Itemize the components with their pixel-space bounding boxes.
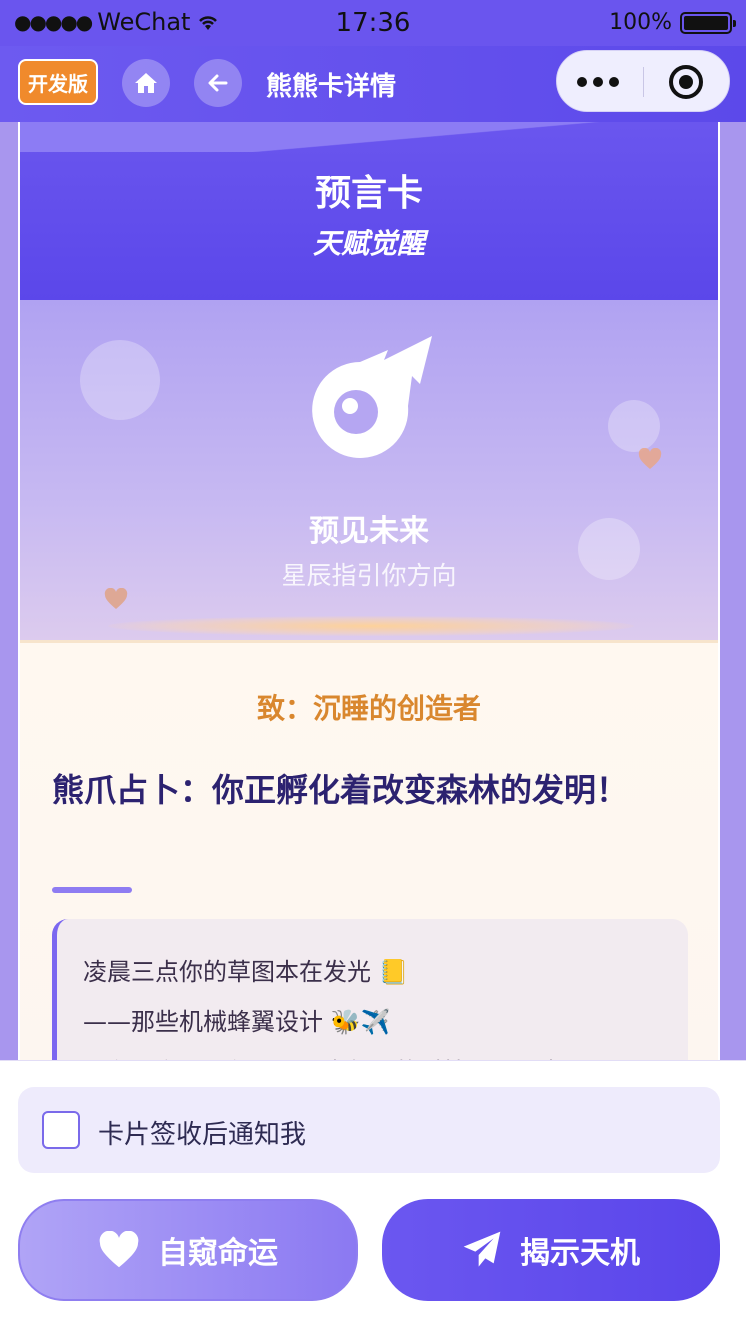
more-dots-icon[interactable] (577, 69, 619, 87)
bottom-action-panel: 卡片签收后通知我 自窥命运 揭示天机 (0, 1060, 746, 1338)
comet-icon (312, 336, 432, 458)
heart-icon (99, 1231, 139, 1268)
heart-decoration-icon (638, 448, 662, 469)
back-button[interactable] (194, 59, 242, 107)
notify-checkbox[interactable] (42, 1111, 80, 1149)
letter-body-line: ——那些机械蜂翼设计 🐝✈️ (83, 1008, 391, 1036)
battery-icon (680, 11, 736, 34)
page-title: 熊熊卡详情 (266, 72, 397, 102)
mini-program-capsule (556, 50, 730, 112)
status-right: 100% (609, 10, 736, 35)
home-icon (135, 73, 157, 93)
hero-subtitle: 星辰指引你方向 (281, 561, 457, 590)
arrow-left-icon (208, 74, 228, 92)
letter-body: 凌晨三点你的草图本在发光 📒 ——那些机械蜂翼设计 🐝✈️ 正在异次元进化！预见… (52, 919, 688, 1060)
capsule-divider (643, 67, 644, 97)
notify-label: 卡片签收后通知我 (98, 1120, 307, 1150)
peek-fate-label: 自窥命运 (158, 1236, 278, 1271)
bubble-decoration (80, 340, 160, 420)
card-header: 预言卡 天赋觉醒 (20, 122, 718, 300)
bubble-decoration (608, 400, 660, 452)
letter-section: 致：沉睡的创造者 熊爪占卜：你正孵化着改变森林的发明！ 凌晨三点你的草图本在发光… (20, 640, 718, 1060)
status-bar: ●●●●● WeChat 17:36 100% (0, 0, 746, 46)
hero-title: 预见未来 (309, 514, 429, 549)
reveal-button[interactable]: 揭示天机 (382, 1199, 720, 1301)
letter-body-line: 正在异次元进化！预见半年后的科技展上，当 (83, 1047, 662, 1060)
card-hero: 预见未来 星辰指引你方向 (20, 300, 718, 640)
target-close-icon[interactable] (669, 65, 703, 99)
notify-option[interactable]: 卡片签收后通知我 (18, 1087, 720, 1173)
letter-recipient: 致：沉睡的创造者 (256, 692, 481, 725)
headline-underline (52, 887, 132, 893)
glow-decoration (108, 616, 634, 636)
header-slant-decoration (20, 122, 718, 152)
nav-bar: 开发版 熊熊卡详情 (0, 46, 746, 122)
home-button[interactable] (122, 59, 170, 107)
content-scroll[interactable]: 预言卡 天赋觉醒 预见未来 星辰指引你方向 致：沉睡的创造者 熊爪占卜：你正孵化… (0, 122, 746, 1060)
prophecy-card: 预言卡 天赋觉醒 预见未来 星辰指引你方向 致：沉睡的创造者 熊爪占卜：你正孵化… (18, 122, 720, 1060)
letter-headline: 熊爪占卜：你正孵化着改变森林的发明！ (52, 771, 629, 809)
reveal-label: 揭示天机 (520, 1236, 640, 1271)
card-title: 预言卡 (314, 173, 423, 214)
battery-percent: 100% (609, 10, 672, 35)
letter-body-line: 凌晨三点你的草图本在发光 📒 (83, 958, 409, 986)
card-subtitle: 天赋觉醒 (312, 227, 425, 260)
peek-fate-button[interactable]: 自窥命运 (18, 1199, 358, 1301)
dev-version-badge: 开发版 (18, 59, 98, 105)
paper-plane-icon (463, 1231, 501, 1267)
